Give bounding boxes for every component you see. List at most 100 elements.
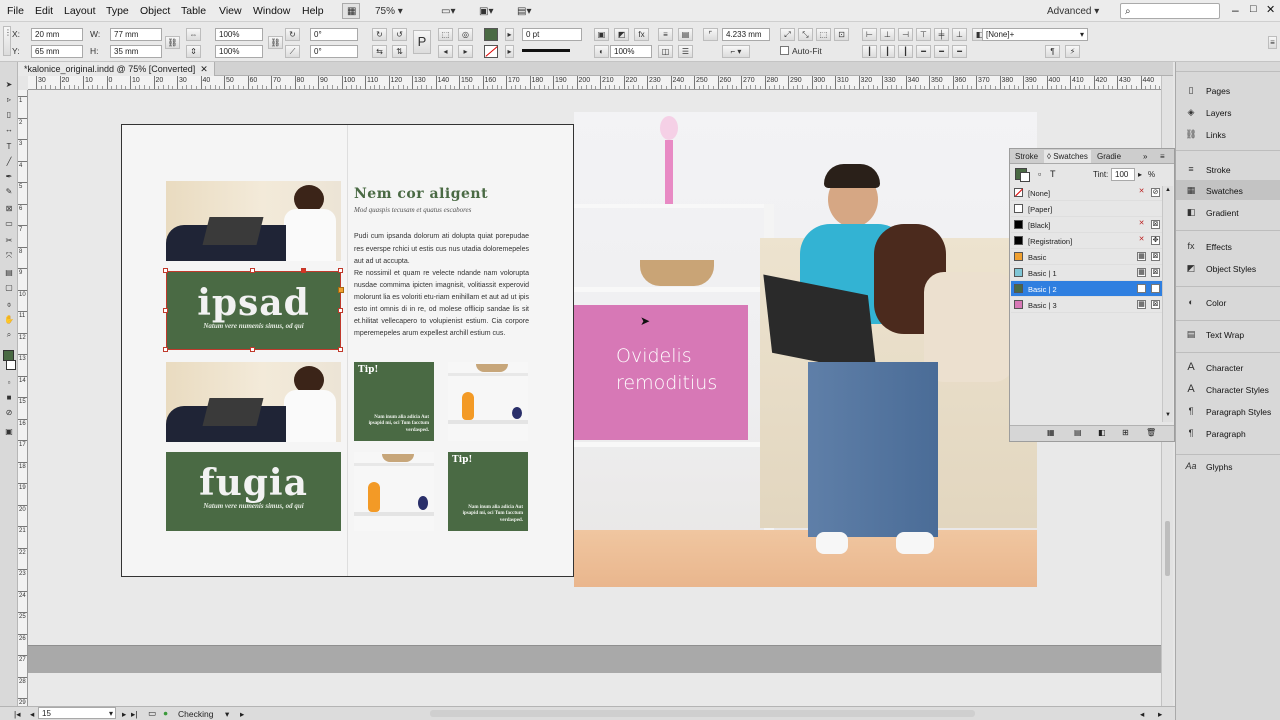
flip-horizontal-icon[interactable]: ⇆ (372, 45, 387, 58)
previous-page-icon[interactable]: ◂ (30, 709, 34, 720)
align-left-icon[interactable]: ⊢ (862, 28, 877, 41)
horizontal-ruler[interactable]: 30 20 10 0 10 20 30 40 50 60 70 80 90 100 110 120 130 140… (28, 76, 1161, 90)
panel-layers[interactable]: ◈ Layers (1176, 102, 1280, 122)
zoom-tool-icon[interactable]: ⌕ (3, 330, 15, 339)
vertical-scroll-thumb[interactable] (1165, 521, 1170, 576)
fugia-box[interactable]: fugia Natum vere numenis simus, od qui (166, 452, 341, 531)
type-tool-icon[interactable]: T (3, 142, 15, 151)
collapse-panel-icon[interactable]: » (1143, 152, 1147, 161)
page-tool-icon[interactable]: ▯ (3, 110, 15, 119)
rotate-field[interactable]: 0° (310, 28, 358, 41)
apply-none-icon[interactable]: ⊘ (3, 408, 15, 417)
new-swatch-icon[interactable]: ⊞ (1122, 428, 1129, 437)
panel-paragraph-styles[interactable]: ¶ Paragraph Styles (1176, 401, 1280, 421)
show-gradient-swatches-icon[interactable]: ◧ (1098, 428, 1106, 437)
menu-window[interactable]: Window (253, 5, 290, 17)
open-page-icon[interactable]: ▭ (148, 708, 156, 719)
out-port-handle[interactable] (338, 287, 344, 293)
stroke-swatch[interactable] (484, 45, 498, 58)
swatch-row[interactable]: Basic | 2 ▦ ⊠ (1011, 281, 1162, 297)
pen-tool-icon[interactable]: ✒ (3, 172, 15, 181)
select-container-icon[interactable]: ⬚ (438, 28, 453, 41)
rotate-90-cw-icon[interactable]: ↻ (372, 28, 387, 41)
screen-mode-icon[interactable]: ▣▾ (474, 3, 498, 19)
gap-tool-icon[interactable]: ↔ (3, 125, 15, 134)
autofit-checkbox[interactable] (780, 46, 789, 55)
swatch-row[interactable]: Basic ▦ ⊠ (1011, 249, 1162, 265)
left-page[interactable]: ipsad Natum vere numenis simus, od qui f… (121, 124, 574, 577)
fill-dropdown-icon[interactable]: ▸ (505, 28, 514, 41)
pencil-tool-icon[interactable]: ✎ (3, 187, 15, 196)
hand-tool-icon[interactable]: ✋ (3, 315, 15, 324)
swatch-row[interactable]: [Registration] ✕ ✥ (1011, 233, 1162, 249)
panel-character-styles[interactable]: A Character Styles (1176, 379, 1280, 399)
laptop-woman-photo-1[interactable] (166, 181, 341, 261)
arrange-documents-icon[interactable]: ▤▾ (512, 3, 536, 19)
scroll-up-icon[interactable]: ▲ (1165, 187, 1171, 193)
h-field[interactable]: 35 mm (110, 45, 162, 58)
constrain-proportions-icon[interactable]: ⛓ (165, 36, 180, 49)
distribute-middle-icon[interactable]: ━ (934, 45, 949, 58)
free-transform-tool-icon[interactable]: ⤧ (3, 251, 15, 260)
text-wrap-box-icon[interactable]: ▤ (678, 28, 693, 41)
laptop-woman-photo-2[interactable] (166, 362, 341, 442)
menu-view[interactable]: View (219, 5, 242, 17)
tab-gradient[interactable]: Gradie (1097, 152, 1121, 161)
toolbar-stroke-swatch[interactable] (6, 360, 16, 370)
fill-proportionally-icon[interactable]: ⬚ (816, 28, 831, 41)
next-page-icon[interactable]: ▸ (122, 709, 126, 720)
swatch-row[interactable]: Basic | 3 ▦ ⊠ (1011, 297, 1162, 313)
drop-shadow-icon[interactable]: ▣ (594, 28, 609, 41)
stroke-type-preview[interactable] (522, 49, 570, 52)
tint-field[interactable]: 100 (1111, 168, 1135, 181)
panel-links[interactable]: ⛓ Links (1176, 124, 1280, 144)
shelf-vases-photo-2[interactable] (354, 452, 434, 531)
article-paragraph-1[interactable]: Pudi cum ipsanda dolorum ati dolupta qui… (354, 231, 529, 269)
swatch-list-scrollbar[interactable]: ▲ ▼ (1162, 186, 1173, 422)
panel-paragraph[interactable]: ¶ Paragraph (1176, 423, 1280, 443)
panel-menu-icon[interactable]: ≡ (1160, 152, 1165, 161)
page-number-field[interactable]: 15 ▾ (38, 707, 116, 719)
selection-handle[interactable] (338, 347, 343, 352)
menu-layout[interactable]: Layout (64, 5, 96, 17)
distribute-right-icon[interactable]: ┃ (898, 45, 913, 58)
panel-swatches[interactable]: ▦ Swatches (1176, 180, 1280, 200)
close-icon[interactable]: ✕ (1266, 3, 1275, 16)
panel-stroke[interactable]: ≡ Stroke (1176, 159, 1280, 179)
text-wrap-shape-icon[interactable]: ◫ (658, 45, 673, 58)
reference-point-icon[interactable]: ⋮ (3, 26, 12, 56)
align-middle-icon[interactable]: ╪ (934, 28, 949, 41)
ovidelis-box[interactable]: Ovidelis remoditius (574, 305, 748, 440)
text-wrap-none-icon[interactable]: ≡ (658, 28, 673, 41)
apply-color-icon[interactable]: ■ (3, 393, 15, 402)
swatch-stroke-proxy[interactable] (1020, 172, 1030, 182)
swatch-row[interactable]: [Black] ✕ ⊠ (1011, 217, 1162, 233)
menu-edit[interactable]: Edit (35, 5, 53, 17)
fit-frame-icon[interactable]: ⤡ (798, 28, 813, 41)
distribute-left-icon[interactable]: ┃ (862, 45, 877, 58)
menu-file[interactable]: File (7, 5, 24, 17)
scale-x-field[interactable]: 100% (215, 28, 263, 41)
align-center-icon[interactable]: ⊥ (880, 28, 895, 41)
show-color-swatches-icon[interactable]: ▤ (1074, 428, 1082, 437)
formatting-container-icon[interactable]: ▫ (3, 378, 15, 387)
stroke-weight-field[interactable]: 0 pt (522, 28, 582, 41)
distribute-center-icon[interactable]: ┃ (880, 45, 895, 58)
tab-stroke[interactable]: Stroke (1015, 152, 1038, 161)
ipsad-box[interactable]: ipsad Natum vere numenis simus, od qui (166, 271, 341, 350)
w-field[interactable]: 77 mm (110, 28, 162, 41)
align-bottom-icon[interactable]: ⊥ (952, 28, 967, 41)
selection-handle[interactable] (338, 268, 343, 273)
show-all-swatches-icon[interactable]: ▦ (1047, 428, 1055, 437)
rectangle-frame-tool-icon[interactable]: ⊠ (3, 204, 15, 213)
select-content-icon[interactable]: ◎ (458, 28, 473, 41)
panel-object-styles[interactable]: ◩ Object Styles (1176, 258, 1280, 278)
minimize-icon[interactable]: – (1232, 3, 1239, 17)
selection-handle[interactable] (338, 308, 343, 313)
tint-dropdown-icon[interactable]: ▸ (1138, 170, 1142, 179)
article-paragraph-2[interactable]: Re nossimil et quam re velecte ndande na… (354, 268, 529, 341)
selection-tool-icon[interactable]: ➤ (3, 80, 15, 89)
zoom-dropdown[interactable]: 75% ▾ (370, 3, 416, 19)
article-heading[interactable]: Nem cor aligent (354, 186, 488, 202)
workspace-switcher[interactable]: Advanced ▾ (1042, 3, 1106, 19)
